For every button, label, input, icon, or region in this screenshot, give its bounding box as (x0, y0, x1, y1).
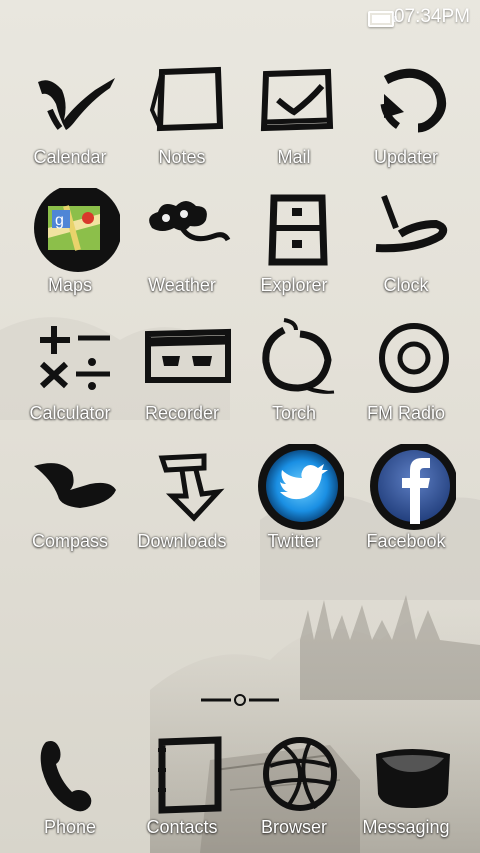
message-icon (376, 749, 450, 808)
mail-icon (260, 68, 334, 132)
phone-icon (40, 741, 92, 812)
dock-label: Phone (43, 817, 97, 837)
app-maps[interactable]: g Maps (12, 188, 128, 306)
app-label: Updater (373, 147, 439, 167)
maps-icon: g (34, 188, 120, 272)
clock-icon (375, 194, 448, 253)
app-label: Facebook (366, 531, 446, 551)
app-calendar[interactable]: Calendar (12, 60, 128, 178)
facebook-icon (370, 444, 456, 530)
app-notes[interactable]: Notes (124, 60, 240, 178)
app-label: Downloads (137, 531, 227, 551)
app-label: Mail (277, 147, 311, 167)
app-label: Compass (31, 531, 109, 551)
twitter-icon (258, 444, 344, 530)
app-fm-radio[interactable]: FM Radio (348, 316, 464, 434)
app-downloads[interactable]: Downloads (124, 444, 240, 562)
downloads-icon (158, 453, 225, 522)
app-label: Torch (271, 403, 316, 423)
explorer-icon (268, 194, 328, 266)
app-recorder[interactable]: Recorder (124, 316, 240, 434)
app-label: Recorder (144, 403, 220, 423)
dock: Phone Contacts Browser Messaging (0, 730, 480, 853)
calculator-icon (39, 326, 110, 390)
dock-browser[interactable]: Browser (236, 730, 352, 848)
app-mail[interactable]: Mail (236, 60, 352, 178)
battery-full-icon (368, 11, 397, 27)
dock-messaging[interactable]: Messaging (348, 730, 464, 848)
app-explorer[interactable]: Explorer (236, 188, 352, 306)
radio-icon (379, 323, 449, 393)
app-clock[interactable]: Clock (348, 188, 464, 306)
app-label: Notes (158, 147, 206, 167)
app-label: Calendar (33, 147, 107, 167)
page-indicator (201, 694, 279, 706)
app-updater[interactable]: Updater (348, 60, 464, 178)
app-compass[interactable]: Compass (12, 444, 128, 562)
dock-contacts[interactable]: Contacts (124, 730, 240, 848)
app-label: Clock (383, 275, 429, 295)
app-weather[interactable]: Weather (124, 188, 240, 306)
app-label: Weather (148, 275, 216, 295)
contacts-icon (158, 736, 222, 814)
app-label: Explorer (260, 275, 328, 295)
svg-text:g: g (55, 212, 64, 229)
weather-icon (149, 201, 231, 242)
recorder-icon (145, 328, 231, 383)
app-torch[interactable]: Torch (236, 316, 352, 434)
app-calculator[interactable]: Calculator (12, 316, 128, 434)
app-label: Maps (47, 275, 92, 295)
status-time: 07:34PM (393, 6, 470, 27)
updater-icon (380, 68, 446, 133)
dock-label: Browser (260, 817, 327, 837)
torch-icon (262, 318, 335, 394)
app-facebook[interactable]: Facebook (348, 444, 464, 562)
app-label: Twitter (267, 531, 321, 551)
app-label: Calculator (29, 403, 111, 423)
dock-label: Contacts (146, 817, 218, 837)
notes-icon (149, 66, 224, 132)
dock-label: Messaging (362, 817, 450, 837)
app-label: FM Radio (366, 403, 446, 423)
globe-icon (263, 737, 337, 811)
app-twitter[interactable]: Twitter (236, 444, 352, 562)
calendar-icon (38, 78, 115, 130)
status-bar: 07:34PM (0, 0, 480, 36)
compass-icon (34, 463, 116, 508)
dock-phone[interactable]: Phone (12, 730, 128, 848)
